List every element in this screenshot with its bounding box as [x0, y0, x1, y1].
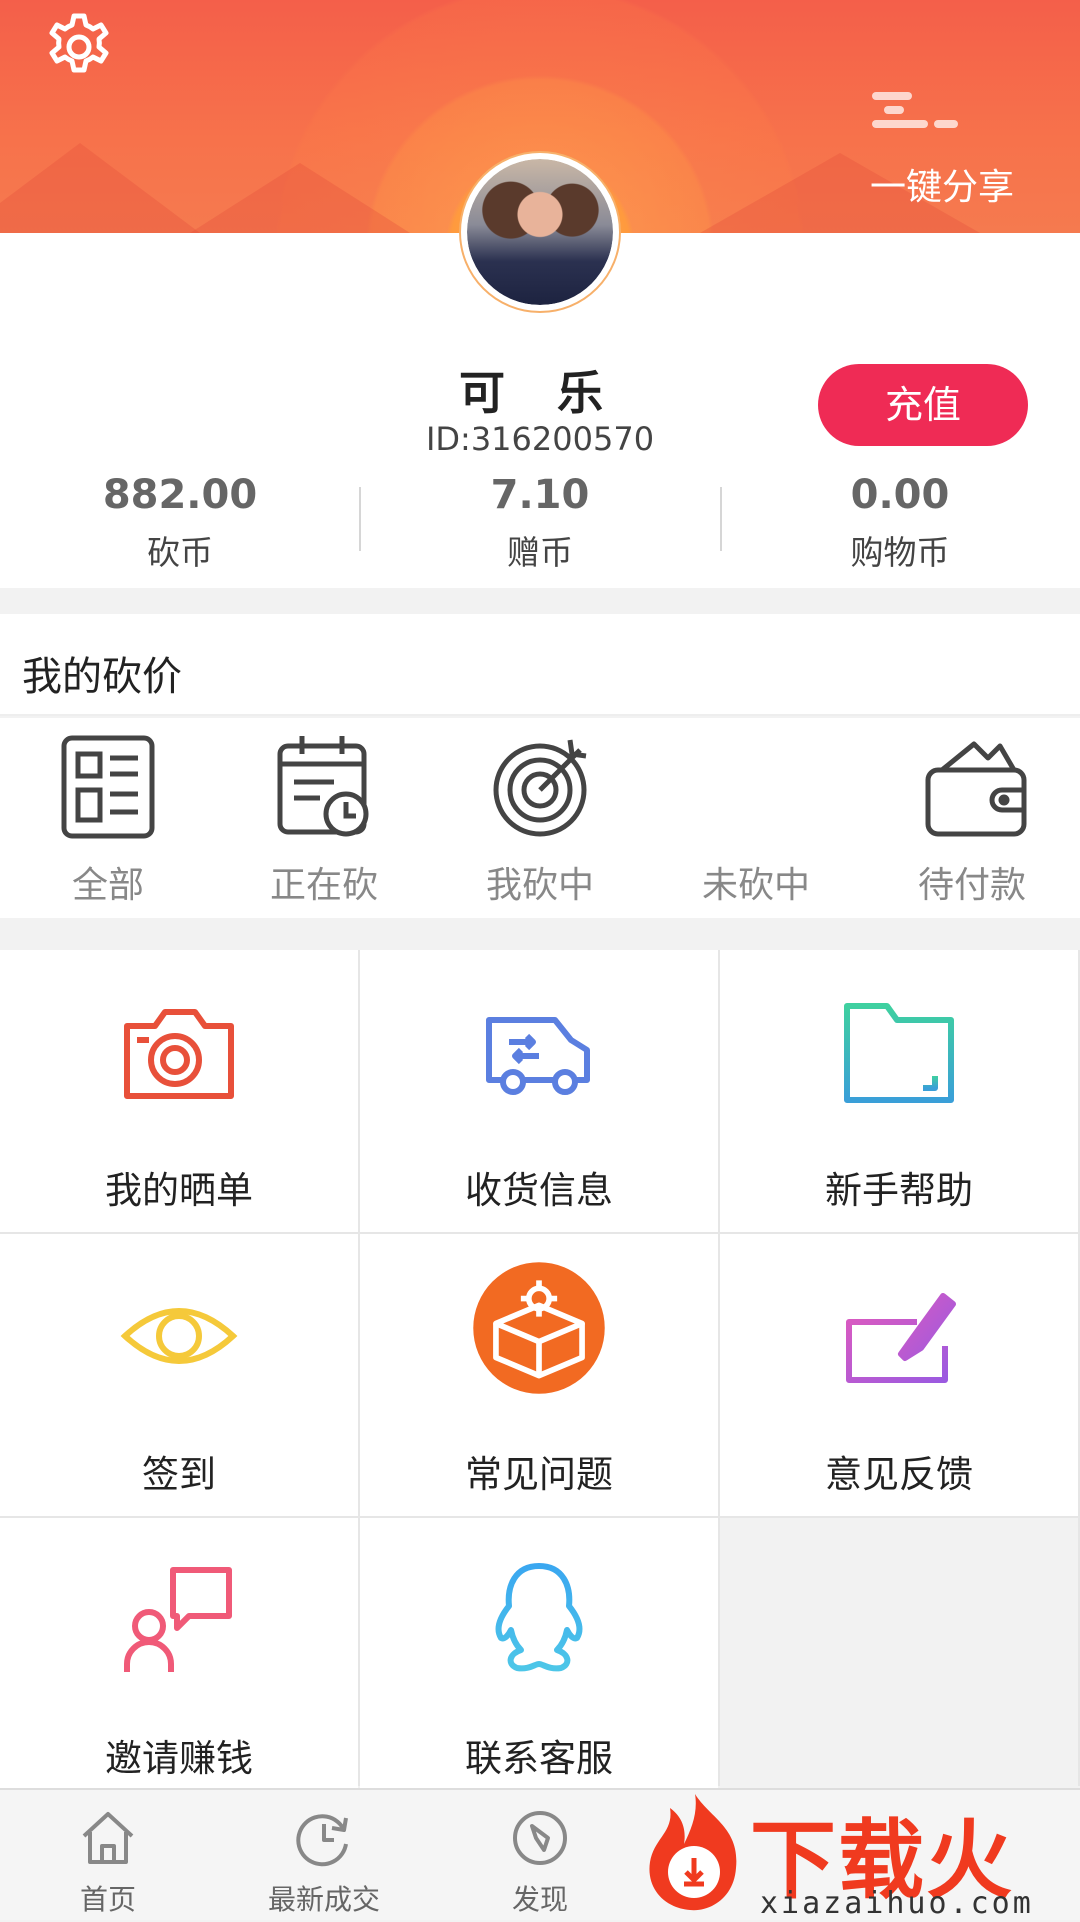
grid-item-invite[interactable]: 邀请赚钱: [0, 1518, 358, 1800]
section-title: 我的砍价: [22, 654, 182, 700]
grid-item-label: 收货信息: [465, 1169, 613, 1212]
compass-icon: [513, 1811, 567, 1865]
divider: [720, 487, 722, 551]
stat-value: 7.10: [490, 472, 590, 518]
shortcut-label: 待付款: [917, 865, 1026, 906]
grid-item-feedback[interactable]: 意见反馈: [720, 1234, 1078, 1516]
bargain-pending-payment[interactable]: 待付款: [864, 718, 1080, 918]
share-decoration-icon: [870, 88, 960, 141]
stat-label: 砍币: [147, 533, 213, 572]
nav-label: 首页: [79, 1883, 136, 1916]
wallet-icon: [925, 741, 1027, 837]
section-my-bargain: 我的砍价: [0, 614, 1080, 716]
stat-label: 赠币: [507, 533, 573, 572]
bargain-won[interactable]: 我砍中: [432, 718, 648, 918]
grid-item-label: 邀请赚钱: [105, 1737, 253, 1780]
bargain-not-won[interactable]: 未砍中: [648, 718, 864, 918]
feature-grid: 我的晒单 收货信息 新手帮助 签到 常见问题 意见反馈 邀请赚钱 联系客服: [0, 950, 1080, 1800]
nav-home[interactable]: 首页: [0, 1790, 216, 1922]
delivery-van-icon: [486, 1017, 590, 1095]
feedback-pen-icon: [846, 1293, 956, 1383]
nav-latest-deals[interactable]: 最新成交: [216, 1790, 432, 1922]
grid-item-faq[interactable]: 常见问题: [360, 1234, 718, 1516]
recharge-button[interactable]: 充值: [818, 364, 1028, 446]
grid-item-label: 新手帮助: [825, 1169, 973, 1212]
clock-refresh-icon: [296, 1814, 348, 1867]
stat-value: 0.00: [850, 472, 950, 518]
grid-item-check-in[interactable]: 签到: [0, 1234, 358, 1516]
shortcut-label: 未砍中: [701, 865, 810, 906]
camera-icon: [124, 1009, 234, 1099]
nav-discover[interactable]: 发现: [432, 1790, 648, 1922]
bargain-shortcuts: 全部 正在砍 我砍中 未砍中 待付款: [0, 718, 1080, 918]
bargain-in-progress[interactable]: 正在砍: [216, 718, 432, 918]
list-icon: [61, 735, 155, 839]
nav-label: 最新成交: [267, 1883, 380, 1916]
stat-shopping-coin[interactable]: 0.00 购物币: [780, 472, 1020, 574]
grid-item-label: 意见反馈: [825, 1453, 973, 1496]
watermark-url: xiazaihuo.com: [760, 1886, 1034, 1921]
stat-label: 购物币: [850, 533, 950, 572]
watermark: 下载火 xiazaihuo.com: [640, 1782, 1080, 1921]
box-gear-icon: [473, 1262, 605, 1394]
shortcut-label: 正在砍: [269, 865, 378, 906]
grid-item-my-posts[interactable]: 我的晒单: [0, 950, 358, 1232]
home-icon: [82, 1812, 134, 1864]
stat-kanbi[interactable]: 882.00 砍币: [60, 472, 300, 574]
qq-penguin-icon: [495, 1563, 583, 1672]
divider: [359, 487, 361, 551]
banner-mountain: [0, 143, 200, 233]
grid-empty-cell: [720, 1518, 1078, 1800]
grid-item-label: 签到: [142, 1453, 216, 1496]
flame-logo-icon: [649, 1794, 737, 1911]
grid-item-label: 我的晒单: [105, 1169, 253, 1212]
target-icon: [493, 739, 587, 837]
gear-icon[interactable]: [42, 10, 116, 84]
calendar-clock-icon: [277, 736, 369, 837]
invite-chat-icon: [124, 1567, 232, 1672]
stat-value: 882.00: [102, 472, 258, 518]
grid-item-delivery-info[interactable]: 收货信息: [360, 950, 718, 1232]
shortcut-label: 我砍中: [485, 865, 594, 906]
grid-item-label: 联系客服: [465, 1737, 613, 1780]
grid-item-newbie-help[interactable]: 新手帮助: [720, 950, 1078, 1232]
folder-icon: [844, 1003, 954, 1103]
nav-label: 发现: [511, 1883, 568, 1916]
bargain-all[interactable]: 全部: [0, 718, 216, 918]
share-button[interactable]: 一键分享: [870, 158, 1014, 210]
banner-mountain: [190, 163, 410, 233]
eye-icon: [120, 1308, 238, 1364]
avatar[interactable]: [461, 153, 619, 311]
grid-item-contact-support[interactable]: 联系客服: [360, 1518, 718, 1800]
stat-zengbi[interactable]: 7.10 赠币: [420, 472, 660, 574]
grid-item-label: 常见问题: [465, 1453, 613, 1496]
shortcut-label: 全部: [71, 865, 144, 906]
